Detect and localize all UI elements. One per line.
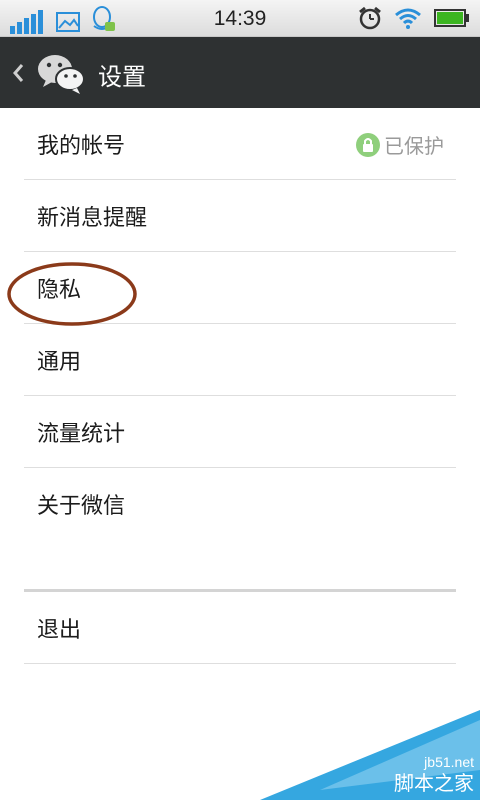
alarm-icon bbox=[359, 6, 381, 30]
settings-item-general[interactable]: 通用 bbox=[24, 324, 456, 396]
settings-item-label: 新消息提醒 bbox=[37, 206, 148, 231]
logout-label: 退出 bbox=[37, 618, 82, 643]
settings-list: 我的帐号 已保护 新消息提醒 隐私 通用 流量统计 关于微信 退出 bbox=[24, 108, 456, 664]
page-title: 设置 bbox=[98, 63, 146, 91]
protected-status: 已保护 bbox=[384, 134, 444, 158]
settings-item-about[interactable]: 关于微信 bbox=[24, 468, 456, 539]
settings-item-label: 通用 bbox=[37, 350, 82, 375]
annotation-circle bbox=[7, 262, 137, 326]
title-bar: 设置 bbox=[0, 37, 480, 108]
settings-item-label: 关于微信 bbox=[37, 494, 126, 519]
battery-icon bbox=[434, 9, 469, 27]
section-divider bbox=[24, 539, 456, 592]
lock-icon bbox=[356, 132, 380, 157]
wechat-logo-icon bbox=[38, 55, 85, 94]
status-right-icons bbox=[358, 6, 470, 30]
settings-item-notifications[interactable]: 新消息提醒 bbox=[24, 180, 456, 252]
settings-item-account[interactable]: 我的帐号 已保护 bbox=[24, 108, 456, 180]
watermark-site: 脚本之家 bbox=[394, 771, 474, 795]
logout-button[interactable]: 退出 bbox=[24, 592, 456, 664]
settings-item-data-usage[interactable]: 流量统计 bbox=[24, 396, 456, 468]
wifi-icon bbox=[395, 8, 421, 29]
settings-item-label: 我的帐号 bbox=[37, 134, 126, 159]
settings-item-label: 流量统计 bbox=[37, 422, 126, 447]
status-bar: 14:39 bbox=[0, 0, 480, 37]
chevron-left-icon[interactable] bbox=[8, 60, 28, 86]
protected-badge: 已保护 bbox=[356, 130, 444, 159]
watermark: jb51.net 脚本之家 bbox=[260, 710, 480, 800]
